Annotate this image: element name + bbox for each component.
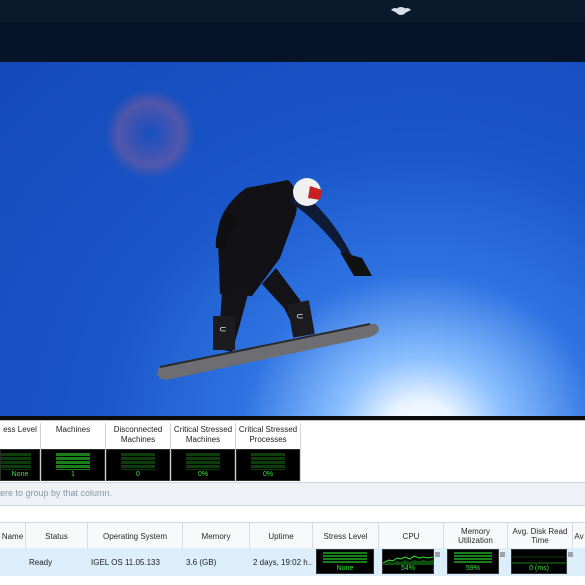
tile-machines: Machines 1 [41, 423, 106, 481]
disconnected-meter: 0 [106, 449, 170, 481]
column-header-memory-utilization[interactable]: Memory Utilization [444, 523, 508, 549]
tile-critical-stressed-processes: Critical Stressed Processes 0% [236, 423, 301, 481]
tiles-empty-area [300, 423, 585, 481]
tile-value: 0 [136, 471, 140, 478]
meter-bars [1, 453, 31, 470]
cpu-sparkline [383, 555, 433, 565]
memory-expand-icon[interactable] [500, 552, 505, 557]
column-header-memory[interactable]: Memory [183, 523, 250, 549]
snowboarder-image: ⊂ ⊂ [105, 89, 379, 380]
tile-value: 0% [197, 471, 209, 478]
cell-memory: 3.6 (GB) [186, 557, 217, 567]
column-header-cpu[interactable]: CPU [379, 523, 444, 549]
window-top-bar [0, 0, 585, 22]
cell-memory-utilization-meter: 59% [447, 549, 505, 574]
tile-label: Critical Stressed Machines [173, 425, 233, 444]
tile-value: None [11, 471, 29, 478]
disk-expand-icon[interactable] [568, 552, 573, 557]
video-frame[interactable]: ⊂ ⊂ [0, 62, 585, 418]
meter-bars [186, 453, 220, 470]
column-header-status[interactable]: Status [26, 523, 88, 549]
red-bull-logo [391, 7, 411, 15]
column-header-name[interactable]: Name [0, 523, 26, 549]
tile-label: Disconnected Machines [113, 425, 163, 444]
cell-memory-utilization-value: 59% [465, 565, 480, 572]
tile-label: Critical Stressed Processes [238, 425, 298, 444]
svg-text:⊂: ⊂ [219, 324, 227, 334]
column-header-operating-system[interactable]: Operating System [88, 523, 183, 549]
cell-stress-value: None [336, 565, 354, 572]
cell-disk-read-value: 0 (ms) [529, 565, 549, 572]
tile-disconnected-machines: Disconnected Machines 0 [106, 423, 171, 481]
table-row[interactable]: Ready IGEL OS 11.05.133 3.6 (GB) 2 days,… [0, 548, 585, 577]
cell-stress-meter: None [316, 549, 374, 574]
tile-stress-level: ess Level None [0, 423, 41, 481]
meter-bars [323, 552, 367, 564]
cell-cpu-value: 54% [400, 565, 415, 572]
column-header-stress-level[interactable]: Stress Level [313, 523, 379, 549]
cell-uptime: 2 days, 19:02 h... [253, 557, 313, 567]
machines-meter: 1 [41, 449, 105, 481]
cell-status: Ready [29, 557, 53, 567]
tile-value: 0% [262, 471, 274, 478]
cpu-expand-icon[interactable] [435, 552, 440, 557]
critical-processes-meter: 0% [236, 449, 300, 481]
tile-value: 1 [71, 471, 75, 478]
group-by-hint: ere to group by that column. [0, 488, 113, 498]
tile-label: ess Level [3, 425, 37, 434]
column-header-avg-truncated[interactable]: Av [573, 523, 585, 549]
column-header-avg-disk-read-time[interactable]: Avg. Disk Read Time [508, 523, 573, 549]
meter-bars [56, 453, 90, 470]
svg-text:⊂: ⊂ [296, 311, 304, 321]
critical-machines-meter: 0% [171, 449, 235, 481]
summary-tiles: ess Level None Machines 1 Disconnected M… [0, 420, 585, 483]
meter-bars [251, 453, 285, 470]
tile-critical-stressed-machines: Critical Stressed Machines 0% [171, 423, 236, 481]
meter-bars [121, 453, 155, 470]
meter-bars [454, 552, 492, 564]
tile-label: Machines [55, 425, 91, 434]
cell-operating-system: IGEL OS 11.05.133 [91, 557, 160, 567]
group-by-panel[interactable]: ere to group by that column. [0, 482, 585, 506]
grid-header: Name Status Operating System Memory Upti… [0, 522, 585, 550]
stress-meter: None [0, 449, 40, 481]
cell-cpu-meter: 54% [382, 549, 440, 574]
player-header [0, 22, 585, 63]
column-header-uptime[interactable]: Uptime [250, 523, 313, 549]
grid-footer [0, 576, 585, 585]
cell-disk-read-meter: 0 (ms) [511, 549, 573, 574]
disk-sparkline [512, 556, 566, 564]
